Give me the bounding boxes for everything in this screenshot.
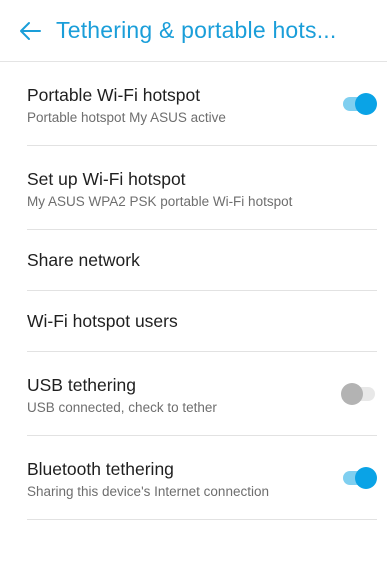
item-title: Share network	[27, 250, 140, 270]
item-title: Bluetooth tethering	[27, 459, 174, 479]
item-title: USB tethering	[27, 375, 136, 395]
back-button[interactable]	[0, 0, 56, 62]
toggle-thumb	[355, 92, 377, 115]
list-item-usb-tethering[interactable]: USB tethering USB connected, check to te…	[27, 352, 377, 436]
item-subtitle: Sharing this device's Internet connectio…	[27, 484, 269, 499]
item-subtitle: USB connected, check to tether	[27, 400, 217, 415]
list-item-portable-wifi-hotspot[interactable]: Portable Wi-Fi hotspot Portable hotspot …	[27, 62, 377, 146]
portable-wifi-hotspot-toggle[interactable]	[341, 92, 377, 115]
bluetooth-tethering-toggle[interactable]	[341, 466, 377, 489]
arrow-left-icon	[20, 21, 41, 40]
page-title: Tethering & portable hots...	[56, 17, 337, 43]
usb-tethering-toggle[interactable]	[341, 382, 377, 405]
item-title: Portable Wi-Fi hotspot	[27, 85, 201, 105]
item-subtitle: My ASUS WPA2 PSK portable Wi-Fi hotspot	[27, 194, 293, 209]
list-item-bluetooth-tethering[interactable]: Bluetooth tethering Sharing this device'…	[27, 436, 377, 520]
toggle-thumb	[355, 466, 377, 489]
item-title: Set up Wi-Fi hotspot	[27, 169, 186, 189]
list-item-wifi-hotspot-users[interactable]: Wi-Fi hotspot users	[27, 291, 377, 352]
list-item-share-network[interactable]: Share network	[27, 230, 377, 291]
item-subtitle: Portable hotspot My ASUS active	[27, 110, 226, 125]
list-item-setup-wifi-hotspot[interactable]: Set up Wi-Fi hotspot My ASUS WPA2 PSK po…	[27, 146, 377, 230]
item-title: Wi-Fi hotspot users	[27, 311, 178, 331]
app-bar: Tethering & portable hots...	[0, 0, 387, 62]
settings-list: Portable Wi-Fi hotspot Portable hotspot …	[0, 62, 387, 520]
toggle-thumb	[341, 382, 363, 405]
